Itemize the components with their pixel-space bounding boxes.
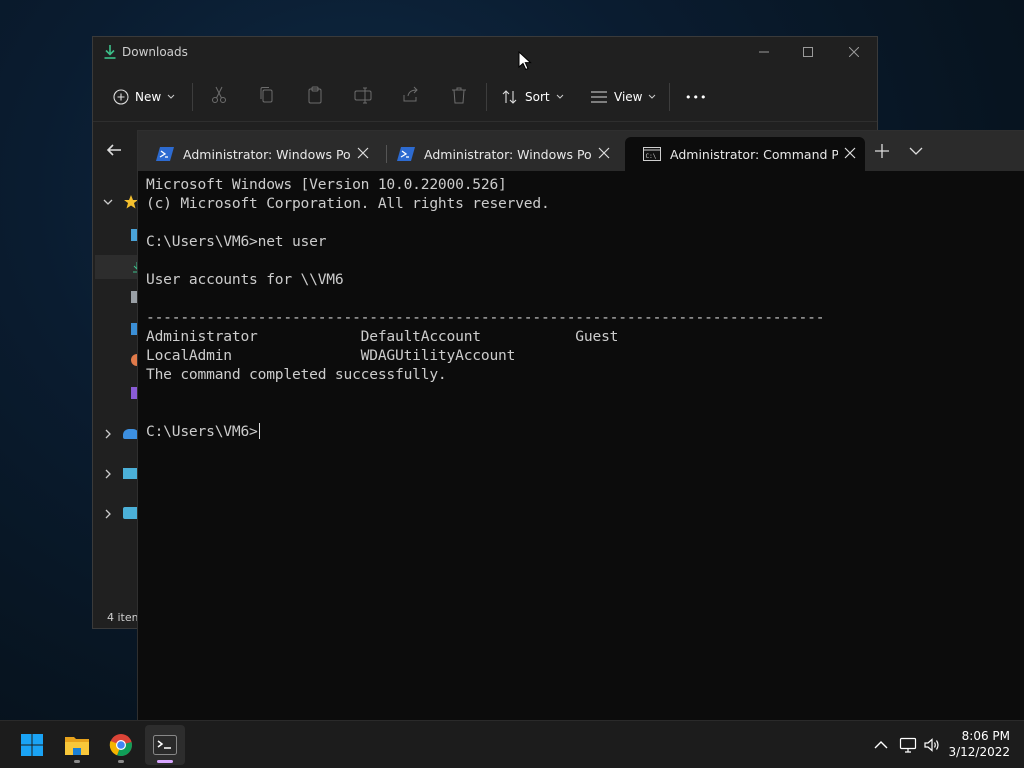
console-line: User accounts for \\VM6 <box>146 271 344 288</box>
tab-label: Administrator: Command Prompt <box>670 146 838 162</box>
rename-icon[interactable] <box>353 85 373 105</box>
explorer-titlebar[interactable]: Downloads <box>93 37 877 69</box>
download-icon <box>104 45 116 59</box>
cmd-icon: C:\ <box>643 147 661 161</box>
running-indicator <box>118 760 124 763</box>
sort-label: Sort <box>525 90 550 104</box>
close-icon[interactable] <box>843 146 857 160</box>
toolbar-separator <box>486 83 487 111</box>
taskbar: 8:06 PM 3/12/2022 <box>0 720 1024 768</box>
close-icon <box>849 47 859 57</box>
chevron-down-icon <box>167 94 175 99</box>
svg-text:C:\: C:\ <box>646 153 657 160</box>
taskbar-file-explorer[interactable] <box>57 725 97 765</box>
chevron-down-icon[interactable] <box>103 197 113 207</box>
console-lines: Microsoft Windows [Version 10.0.22000.52… <box>146 175 1016 422</box>
close-button[interactable] <box>831 37 877 67</box>
new-tab-plus-icon[interactable] <box>874 143 890 159</box>
taskbar-chrome[interactable] <box>101 725 141 765</box>
delete-icon[interactable] <box>449 85 469 105</box>
plus-circle-icon <box>113 89 129 105</box>
tab-command-prompt[interactable]: C:\ Administrator: Command Prompt <box>625 137 865 171</box>
sort-button[interactable]: Sort <box>501 83 564 111</box>
mouse-pointer-icon <box>518 51 532 71</box>
running-indicator <box>157 760 173 763</box>
console-line: ----------------------------------------… <box>146 309 825 326</box>
share-icon[interactable] <box>401 85 421 105</box>
start-button[interactable] <box>12 725 52 765</box>
running-indicator <box>74 760 80 763</box>
toolbar-separator <box>192 83 193 111</box>
new-label: New <box>135 90 162 104</box>
minimize-icon <box>759 51 769 53</box>
toolbar-divider <box>93 121 877 122</box>
sort-icon <box>502 90 517 104</box>
start-icon <box>21 734 43 756</box>
view-label: View <box>614 90 643 104</box>
chevron-up-icon[interactable] <box>872 736 890 754</box>
chevron-right-icon[interactable] <box>103 509 113 519</box>
powershell-icon <box>397 147 415 161</box>
clock-time: 8:06 PM <box>961 729 1010 743</box>
paste-icon[interactable] <box>305 85 325 105</box>
tab-label: Administrator: Windows PowerShell <box>424 146 592 162</box>
maximize-icon <box>803 47 813 57</box>
console-line: The command completed successfully. <box>146 366 447 383</box>
tab-powershell-2[interactable]: Administrator: Windows PowerShell <box>379 137 619 171</box>
console-line: Administrator DefaultAccount Guest <box>146 328 619 345</box>
maximize-button[interactable] <box>785 37 831 67</box>
explorer-title: Downloads <box>122 45 188 59</box>
file-explorer-icon <box>65 737 89 755</box>
chevron-right-icon[interactable] <box>103 429 113 439</box>
view-button[interactable]: View <box>590 83 656 111</box>
clock-date: 3/12/2022 <box>948 745 1010 759</box>
volume-icon[interactable] <box>923 736 941 754</box>
close-icon[interactable] <box>597 146 611 160</box>
console-line: C:\Users\VM6>net user <box>146 233 327 250</box>
console-output[interactable]: Microsoft Windows [Version 10.0.22000.52… <box>146 175 1016 441</box>
chevron-down-icon <box>649 94 656 99</box>
minimize-button[interactable] <box>741 37 787 67</box>
copy-icon[interactable] <box>257 85 277 105</box>
chevron-down-icon <box>556 94 563 99</box>
view-icon <box>591 91 607 103</box>
more-options-label: ••• <box>685 90 708 104</box>
console-prompt-line[interactable]: C:\Users\VM6> <box>146 422 1016 441</box>
terminal-tab-bar: Administrator: Windows PowerShell Admini… <box>138 131 1024 171</box>
windows-terminal-window: Administrator: Windows PowerShell Admini… <box>137 130 1024 720</box>
powershell-icon <box>156 147 174 161</box>
chevron-right-icon[interactable] <box>103 469 113 479</box>
taskbar-terminal[interactable] <box>145 725 185 765</box>
console-line: (c) Microsoft Corporation. All rights re… <box>146 195 550 212</box>
chevron-down-icon[interactable] <box>908 144 924 158</box>
console-prompt: C:\Users\VM6> <box>146 423 258 440</box>
explorer-command-bar: New Sort View ••• <box>93 75 877 117</box>
terminal-icon <box>153 735 177 755</box>
tab-powershell-1[interactable]: Administrator: Windows PowerShell <box>138 137 378 171</box>
network-icon[interactable] <box>899 736 917 754</box>
chrome-icon <box>109 734 132 757</box>
text-cursor <box>258 423 260 439</box>
new-button[interactable]: New <box>113 83 175 111</box>
back-arrow-icon[interactable] <box>105 141 123 159</box>
close-icon[interactable] <box>356 146 370 160</box>
console-line: Microsoft Windows [Version 10.0.22000.52… <box>146 176 507 193</box>
more-options-button[interactable]: ••• <box>685 83 707 111</box>
system-clock[interactable]: 8:06 PM 3/12/2022 <box>948 728 1010 760</box>
cut-icon[interactable] <box>209 85 229 105</box>
tab-label: Administrator: Windows PowerShell <box>183 146 351 162</box>
toolbar-separator <box>669 83 670 111</box>
nav-item-downloads[interactable] <box>95 255 141 279</box>
console-line: LocalAdmin WDAGUtilityAccount <box>146 347 516 364</box>
